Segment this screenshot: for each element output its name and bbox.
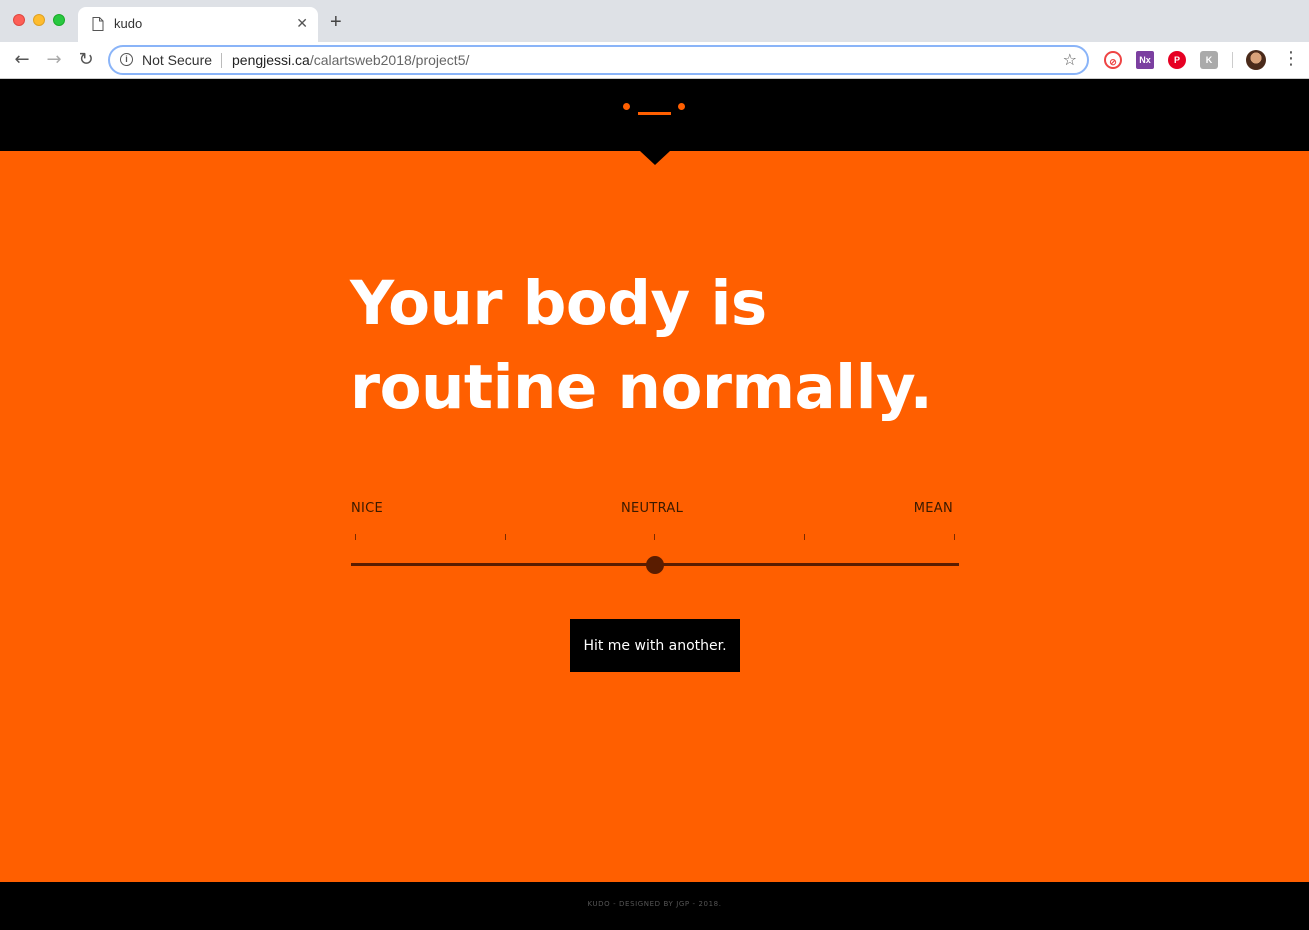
security-label[interactable]: Not Secure	[142, 52, 212, 68]
browser-chrome: kudo ✕ + ← → ↻ i Not Secure pengjessi.ca…	[0, 0, 1309, 79]
scale-label-neutral: NEUTRAL	[621, 501, 684, 516]
url-path: /calartsweb2018/project5/	[309, 52, 470, 68]
address-bar[interactable]: i Not Secure pengjessi.ca/calartsweb2018…	[108, 45, 1089, 75]
kudo-face-logo[interactable]	[620, 101, 690, 121]
omnibox-divider	[221, 53, 222, 68]
extension-icon-4[interactable]: K	[1200, 51, 1218, 69]
maximize-window-button[interactable]	[53, 14, 65, 26]
scale-label-nice: NICE	[351, 501, 384, 516]
onenote-extension-icon[interactable]: Nx	[1136, 51, 1154, 69]
footer-credit: KUDO - DESIGNED BY JGP - 2018.	[587, 900, 722, 908]
scale-tick	[654, 534, 655, 540]
profile-avatar[interactable]	[1246, 50, 1266, 70]
scale-tick	[505, 534, 506, 540]
headline-line-2: routine normally.	[350, 352, 933, 423]
tab-title: kudo	[114, 16, 143, 31]
url-text[interactable]: pengjessi.ca/calartsweb2018/project5/	[232, 52, 469, 68]
site-header	[0, 79, 1309, 151]
another-kudo-button[interactable]: Hit me with another.	[570, 619, 740, 672]
logo-mouth	[638, 112, 671, 115]
tab-strip: kudo ✕ +	[0, 0, 1309, 42]
bookmark-star-icon[interactable]: ☆	[1063, 50, 1077, 70]
kudo-headline: Your body is routine normally.	[350, 262, 970, 430]
forward-arrow-icon[interactable]: →	[43, 49, 65, 71]
scale-tick	[954, 534, 955, 540]
page-icon	[92, 17, 104, 31]
scale-tick	[355, 534, 356, 540]
url-host: pengjessi.ca	[232, 52, 310, 68]
back-arrow-icon[interactable]: ←	[11, 49, 33, 71]
headline-line-1: Your body is	[350, 268, 767, 339]
main-section: Your body is routine normally. NICE NEUT…	[0, 151, 1309, 882]
new-tab-button[interactable]: +	[330, 12, 342, 32]
tone-slider-thumb[interactable]	[646, 556, 664, 574]
site-footer: KUDO - DESIGNED BY JGP - 2018.	[0, 882, 1309, 930]
tab-kudo[interactable]: kudo ✕	[78, 7, 318, 42]
logo-right-eye	[678, 103, 685, 110]
reload-icon[interactable]: ↻	[75, 49, 97, 71]
close-window-button[interactable]	[13, 14, 25, 26]
scale-tick	[804, 534, 805, 540]
pinterest-extension-icon[interactable]: P	[1168, 51, 1186, 69]
logo-left-eye	[623, 103, 630, 110]
browser-toolbar: ← → ↻ i Not Secure pengjessi.ca/calartsw…	[0, 42, 1309, 79]
close-tab-icon[interactable]: ✕	[296, 15, 308, 33]
more-menu-icon[interactable]: ⋮	[1282, 48, 1300, 70]
extension-icon-1[interactable]: ⊘	[1104, 51, 1122, 69]
info-icon[interactable]: i	[120, 53, 133, 66]
header-notch	[640, 151, 670, 165]
minimize-window-button[interactable]	[33, 14, 45, 26]
scale-label-mean: MEAN	[913, 501, 953, 516]
toolbar-divider	[1232, 52, 1233, 68]
tone-scale-labels: NICE NEUTRAL MEAN	[351, 501, 953, 519]
